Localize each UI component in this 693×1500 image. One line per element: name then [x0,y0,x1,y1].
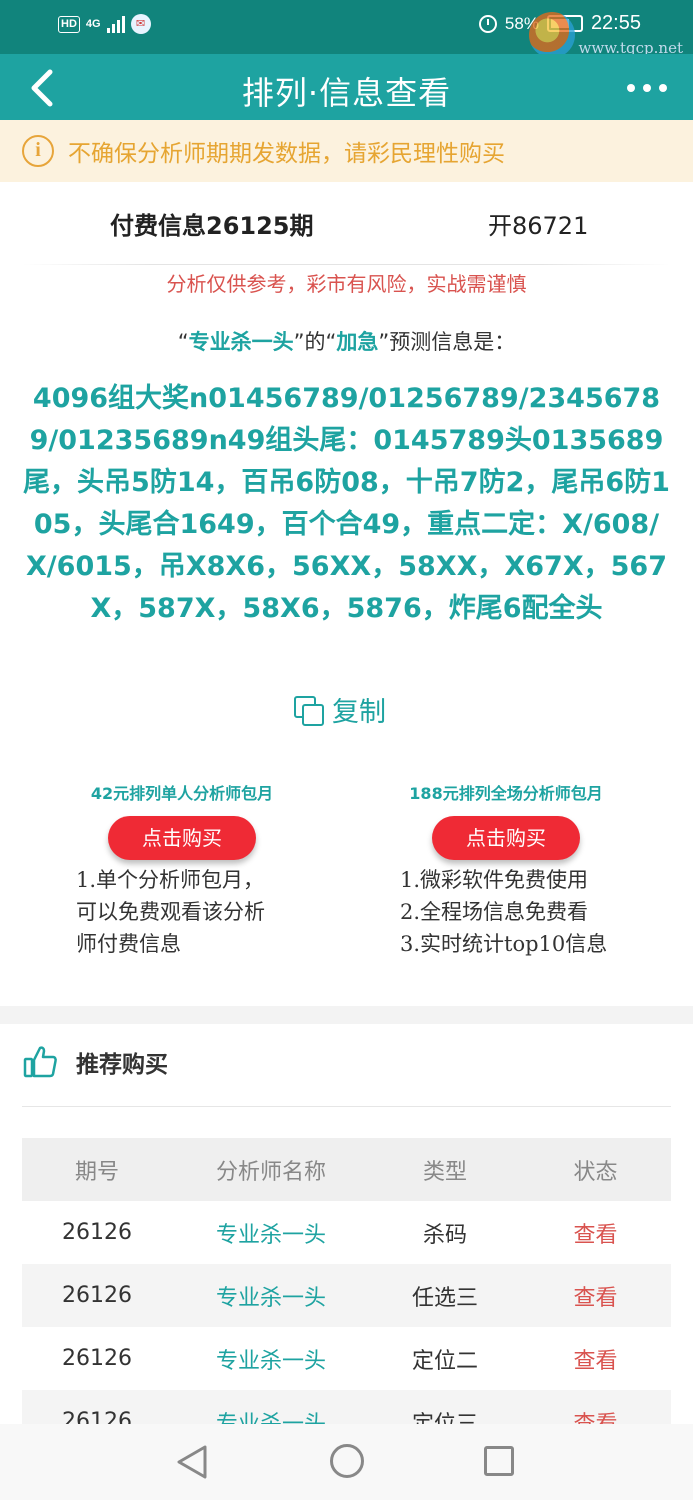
analyst-cell[interactable]: 专业杀一头 [172,1343,370,1375]
hd-indicator: HD [58,15,80,33]
copy-icon [294,695,324,726]
plan-desc-line: 1.微彩软件免费使用 [400,868,589,892]
plan-description: 1.微彩软件免费使用 2.全程场信息免费看 3.实时统计top10信息 [376,864,636,960]
recommend-section: 推荐购买 期号 分析师名称 类型 状态 26126 专业杀一头 杀码 查看 26… [0,1024,693,1453]
more-menu-button[interactable] [627,84,667,92]
watermark-logo-icon [528,12,575,58]
quote-open: “ [177,330,189,354]
predict-line: “专业杀一头”的“加急”预测信息是： [0,326,693,356]
dot-icon [627,84,635,92]
plan-description: 1.单个分析师包月， 可以免费观看该分析 师付费信息 [52,864,312,960]
network-indicator: 4G [85,17,101,30]
nav-recents-icon[interactable] [484,1446,514,1476]
recommend-title: 推荐购买 [76,1052,168,1078]
plan-desc-line: 可以免费观看该分析 [76,900,265,924]
column-header: 期号 [74,1159,119,1185]
plan-all: 188元排列全场分析师包月 点击购买 1.微彩软件免费使用 2.全程场信息免费看… [376,780,636,960]
buy-button[interactable]: 点击购买 [108,816,256,860]
plan-desc-line: 3.实时统计top10信息 [400,932,608,956]
plan-desc-line: 师付费信息 [76,932,181,956]
column-header: 类型 [422,1159,467,1185]
divider [22,264,671,265]
open-result: 开86721 [488,212,589,240]
risk-note: 分析仅供参考，彩市有风险，实战需谨慎 [166,272,527,296]
analyst-cell[interactable]: 专业杀一头 [172,1217,370,1249]
app-header: 排列·信息查看 [0,54,693,120]
type-cell: 定位二 [411,1348,478,1374]
info-icon: i [22,135,54,167]
table-row[interactable]: 26126 专业杀一头 定位二 查看 [22,1327,671,1390]
system-nav-bar [0,1424,693,1500]
warning-banner: i 不确保分析师期期发数据，请彩民理性购买 [0,120,693,182]
divider [22,1106,671,1107]
recommend-table: 期号 分析师名称 类型 状态 26126 专业杀一头 杀码 查看 26126 专… [22,1138,671,1453]
view-link[interactable]: 查看 [520,1343,671,1375]
alarm-icon [478,14,497,33]
status-left: HD 4G ✉ [58,14,151,34]
analyst-name[interactable]: 专业杀一头 [189,330,294,354]
plan-title: 42元排列单人分析师包月 [90,784,274,803]
plan-desc-line: 2.全程场信息免费看 [400,900,589,924]
dot-icon [643,84,651,92]
thumbs-up-icon [23,1046,57,1078]
nav-back-icon[interactable] [175,1444,209,1480]
predict-mid: ”的“ [293,330,337,354]
recommend-header: 推荐购买 [22,1044,168,1080]
view-link[interactable]: 查看 [520,1280,671,1312]
table-row[interactable]: 26126 专业杀一头 任选三 查看 [22,1264,671,1327]
level-name: 加急 [336,330,379,354]
analyst-cell[interactable]: 专业杀一头 [172,1280,370,1312]
plan-single: 42元排列单人分析师包月 点击购买 1.单个分析师包月， 可以免费观看该分析 师… [52,780,312,960]
copy-label: 复制 [332,697,386,728]
plan-desc-line: 1.单个分析师包月， [76,868,265,892]
predict-end: ”预测信息是： [378,330,516,354]
column-header: 分析师名称 [215,1159,326,1185]
type-cell: 杀码 [422,1222,467,1248]
table-row[interactable]: 26126 专业杀一头 杀码 查看 [22,1201,671,1264]
view-link[interactable]: 查看 [520,1217,671,1249]
copy-button[interactable]: 复制 [294,690,386,729]
info-card: 付费信息26125期 开86721 分析仅供参考，彩市有风险，实战需谨慎 “专业… [0,182,693,1006]
status-bar: HD 4G ✉ 58% 22:55 www.tqcp.net [0,0,693,58]
page-title: 排列·信息查看 [241,74,452,112]
issue-label: 付费信息26125期 [110,212,314,240]
issue-row: 付费信息26125期 开86721 [0,206,693,246]
nav-home-icon[interactable] [330,1444,364,1478]
issue-cell: 26126 [62,1346,132,1371]
table-header: 期号 分析师名称 类型 状态 [22,1138,671,1201]
signal-icon [106,15,125,33]
type-cell: 任选三 [411,1285,478,1311]
column-header: 状态 [573,1159,618,1185]
plan-title: 188元排列全场分析师包月 [409,784,603,803]
issue-cell: 26126 [62,1220,132,1245]
notification-app-icon: ✉ [130,14,151,34]
issue-cell: 26126 [62,1283,132,1308]
warning-text: 不确保分析师期期发数据，请彩民理性购买 [68,141,505,167]
dot-icon [659,84,667,92]
buy-button[interactable]: 点击购买 [432,816,580,860]
watermark: www.tqcp.net [528,12,683,58]
prediction-content: 4096组大奖n01456789/01256789/23456789/01235… [23,383,670,624]
